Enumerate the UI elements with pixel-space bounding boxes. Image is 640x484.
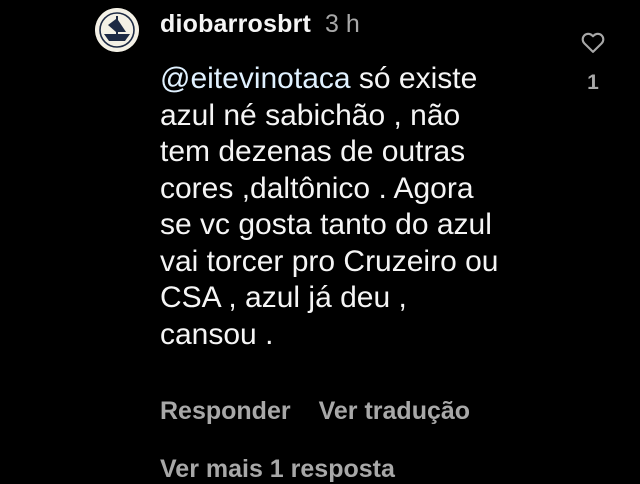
comment-header: diobarrosbrt 3 h [160, 10, 360, 44]
comment-text-segment: só existe [350, 62, 478, 95]
comment-text-line: tem dezenas de outras [160, 135, 466, 168]
comment-text-line: azul né sabichão , não [160, 98, 461, 132]
comment-text-line: vai torcer pro Cruzeiro ou [160, 244, 499, 278]
translate-button[interactable]: Ver tradução [319, 397, 470, 426]
like-count: 1 [587, 71, 599, 94]
heart-outline-icon[interactable] [579, 28, 607, 56]
comment-text-line: cansou . [160, 317, 274, 351]
like-control: 1 [578, 28, 608, 95]
avatar[interactable] [95, 8, 139, 52]
boat-logo-icon [95, 8, 139, 52]
comment-text-line: cores ,daltônico . Agora [160, 171, 474, 205]
timestamp: 3 h [325, 10, 360, 38]
mention-link[interactable]: @eitevinotaca [160, 62, 351, 95]
comment-text: @eitevinotaca só existe azul né sabichão… [160, 61, 560, 353]
comment-text-line: CSA , azul já deu , [160, 281, 407, 314]
comment-item: diobarrosbrt 3 h @eitevinotaca só existe… [0, 0, 640, 483]
username[interactable]: diobarrosbrt [160, 10, 311, 39]
comment-text-line: @eitevinotaca só existe [160, 61, 560, 98]
comment-actions: Responder Ver tradução [160, 397, 470, 426]
comment-text-line: se vc gosta tanto do azul [160, 208, 492, 241]
view-more-replies-button[interactable]: Ver mais 1 resposta [160, 455, 395, 484]
reply-button[interactable]: Responder [160, 397, 291, 426]
